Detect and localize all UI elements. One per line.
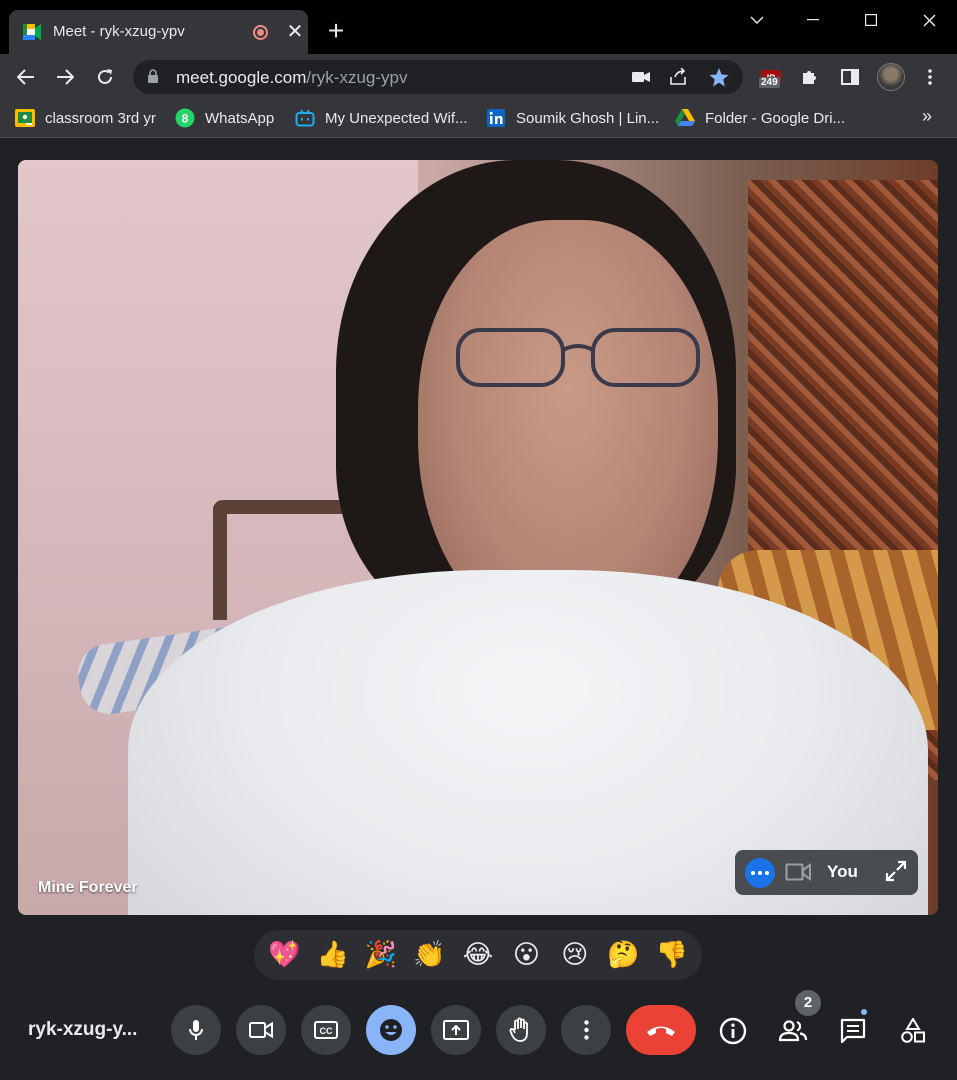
browser-toolbar: meet.google.com/ryk-xzug-ypv IP [0,54,957,100]
bookmark-classroom[interactable]: classroom 3rd yr [15,107,156,129]
present-screen-button[interactable] [431,1005,481,1055]
bookmark-label: Folder - Google Dri... [705,109,846,127]
self-view-camera-icon [785,863,811,881]
microphone-icon [189,1020,203,1040]
more-vert-icon [583,1020,589,1040]
chat-notification-dot [859,1007,869,1017]
raise-hand-button[interactable] [496,1005,546,1055]
recording-indicator-icon [253,25,268,40]
share-icon[interactable] [668,66,690,88]
minimize-button[interactable] [793,6,833,34]
leave-call-button[interactable] [626,1005,696,1055]
reaction-sparkling-heart[interactable]: 💖 [264,935,304,975]
bookmarks-bar: classroom 3rd yr 8 WhatsApp My Unexpecte… [0,100,957,138]
microphone-button[interactable] [171,1005,221,1055]
self-view-more-options-icon[interactable] [745,858,775,888]
reaction-tears-of-joy[interactable]: 😂 [458,935,498,975]
close-window-button[interactable] [909,6,949,34]
expand-icon[interactable] [885,860,907,882]
reaction-thinking[interactable]: 🤔 [603,935,643,975]
google-drive-icon [675,108,695,128]
new-tab-button[interactable]: + [320,15,352,47]
info-icon [719,1017,747,1045]
side-panel-icon[interactable] [835,62,865,92]
meeting-details-button[interactable] [715,1013,751,1049]
maximize-button[interactable] [851,6,891,34]
captions-icon: CC [314,1021,338,1039]
tab-meet[interactable]: Meet - ryk-xzug-ypv ✕ [9,10,308,54]
bookmark-linkedin[interactable]: Soumik Ghosh | Lin... [486,107,659,129]
tab-search-icon[interactable] [737,6,777,34]
chat-button[interactable] [835,1013,871,1049]
url-text: meet.google.com/ryk-xzug-ypv [176,68,407,88]
bookmark-label: My Unexpected Wif... [325,109,468,127]
url-path: /ryk-xzug-ypv [306,68,408,87]
bookmark-bilibili[interactable]: My Unexpected Wif... [295,107,468,129]
bookmark-star-icon[interactable] [708,66,730,88]
reaction-clapping[interactable]: 👏 [410,935,450,975]
linkedin-icon [486,108,506,128]
extension-badge-count: 249 [759,77,780,88]
forward-icon[interactable] [49,61,81,93]
captions-button[interactable]: CC [301,1005,351,1055]
more-options-button[interactable] [561,1005,611,1055]
meeting-code: ryk-xzug-y... [28,1019,138,1040]
people-button[interactable] [775,1013,811,1049]
participant-video-tile[interactable]: Mine Forever [18,160,938,915]
raise-hand-icon [509,1017,528,1042]
reaction-thumbs-up[interactable]: 👍 [313,935,353,975]
participant-name: Mine Forever [38,879,138,896]
reactions-button[interactable] [366,1005,416,1055]
google-meet-icon [23,24,41,40]
camera-icon [249,1022,273,1038]
lock-icon[interactable] [147,69,159,84]
reaction-thumbs-down[interactable]: 👎 [652,935,692,975]
present-screen-icon [443,1020,469,1040]
camera-button[interactable] [236,1005,286,1055]
tab-strip: Meet - ryk-xzug-ypv ✕ + [0,0,957,54]
extensions-puzzle-icon[interactable] [795,62,825,92]
reaction-party-popper[interactable]: 🎉 [361,935,401,975]
hang-up-icon [647,1026,675,1036]
url-host: meet.google.com [176,68,307,87]
bilibili-icon [295,108,315,128]
smiley-icon [380,1019,402,1041]
self-view-pip[interactable]: You [735,850,918,895]
tab-close-icon[interactable]: ✕ [281,18,309,46]
reactions-bar: 💖 👍 🎉 👏 😂 😮 😢 🤔 👎 [254,930,702,980]
self-view-label: You [827,862,858,881]
svg-text:8: 8 [182,112,189,126]
activities-button[interactable] [895,1013,931,1049]
bookmark-label: WhatsApp [205,109,275,127]
reaction-crying[interactable]: 😢 [555,935,595,975]
browser-menu-icon[interactable] [915,62,945,92]
bookmark-label: classroom 3rd yr [45,109,156,127]
reload-icon[interactable] [89,61,121,93]
back-icon[interactable] [10,61,42,93]
chat-icon [840,1018,866,1044]
address-bar[interactable]: meet.google.com/ryk-xzug-ypv [133,60,743,94]
bookmark-label: Soumik Ghosh | Lin... [516,109,660,127]
camera-in-use-icon[interactable] [630,66,652,88]
activities-icon [901,1018,925,1043]
google-classroom-icon [15,108,35,128]
profile-avatar[interactable] [877,63,905,91]
tab-title: Meet - ryk-xzug-ypv [53,23,185,40]
bookmarks-overflow-icon[interactable]: » [922,106,932,127]
bookmark-whatsapp[interactable]: 8 WhatsApp [175,107,274,129]
people-count-badge: 2 [795,990,821,1016]
people-icon [778,1020,808,1042]
reaction-surprised[interactable]: 😮 [506,935,546,975]
svg-text:CC: CC [320,1026,333,1036]
bookmark-google-drive[interactable]: Folder - Google Dri... [675,107,845,129]
whatsapp-icon: 8 [175,108,195,128]
participant-glasses [456,328,700,387]
